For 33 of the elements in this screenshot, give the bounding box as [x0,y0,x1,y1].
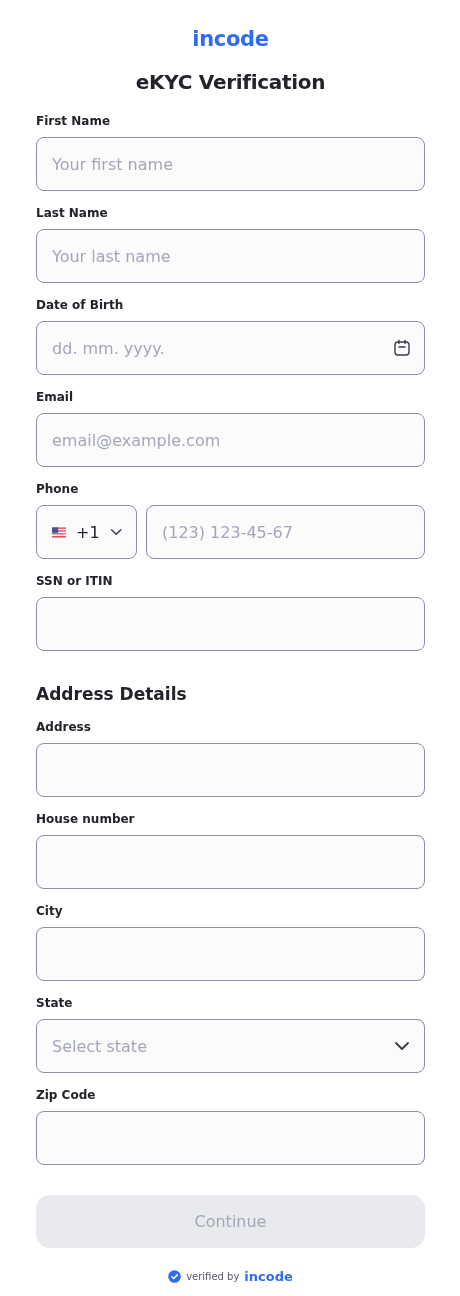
section-heading: Address Details [36,683,188,705]
country-code-select[interactable]: +1 [36,505,137,559]
state-select[interactable]: Select state [36,1019,425,1073]
field-label: Phone [36,481,80,498]
field-label: First Name [36,113,112,130]
footer-text: verified by [186,1271,240,1282]
logo: incode [192,26,269,52]
phone-field[interactable]: (123) 123-45-67 [146,505,425,559]
chevron-down-icon [394,1041,410,1051]
chevron-down-icon [109,527,122,537]
field-label: SSN or ITIN [36,573,114,590]
field-label: City [36,903,64,920]
date-field[interactable]: dd. mm. yyyy. [36,321,425,375]
text-field[interactable]: email@example.com [36,413,425,467]
text-field[interactable] [36,835,425,889]
field-label: Email [36,389,75,406]
text-field[interactable] [36,1111,425,1165]
text-field[interactable]: Your last name [36,229,425,283]
field-label: Last Name [36,205,109,222]
verified-badge-icon [168,1270,182,1283]
field-label: State [36,995,74,1012]
field-label: Zip Code [36,1087,97,1104]
footer-logo: incode [244,1269,293,1284]
text-field[interactable] [36,743,425,797]
text-field[interactable] [36,597,425,651]
calendar-icon[interactable] [393,339,411,357]
field-label: House number [36,811,136,828]
text-field[interactable]: Your first name [36,137,425,191]
field-label: Date of Birth [36,297,125,314]
text-field[interactable] [36,927,425,981]
page-title: eKYC Verification [135,69,326,95]
flag-icon [52,525,66,539]
field-label: Address [36,719,92,736]
